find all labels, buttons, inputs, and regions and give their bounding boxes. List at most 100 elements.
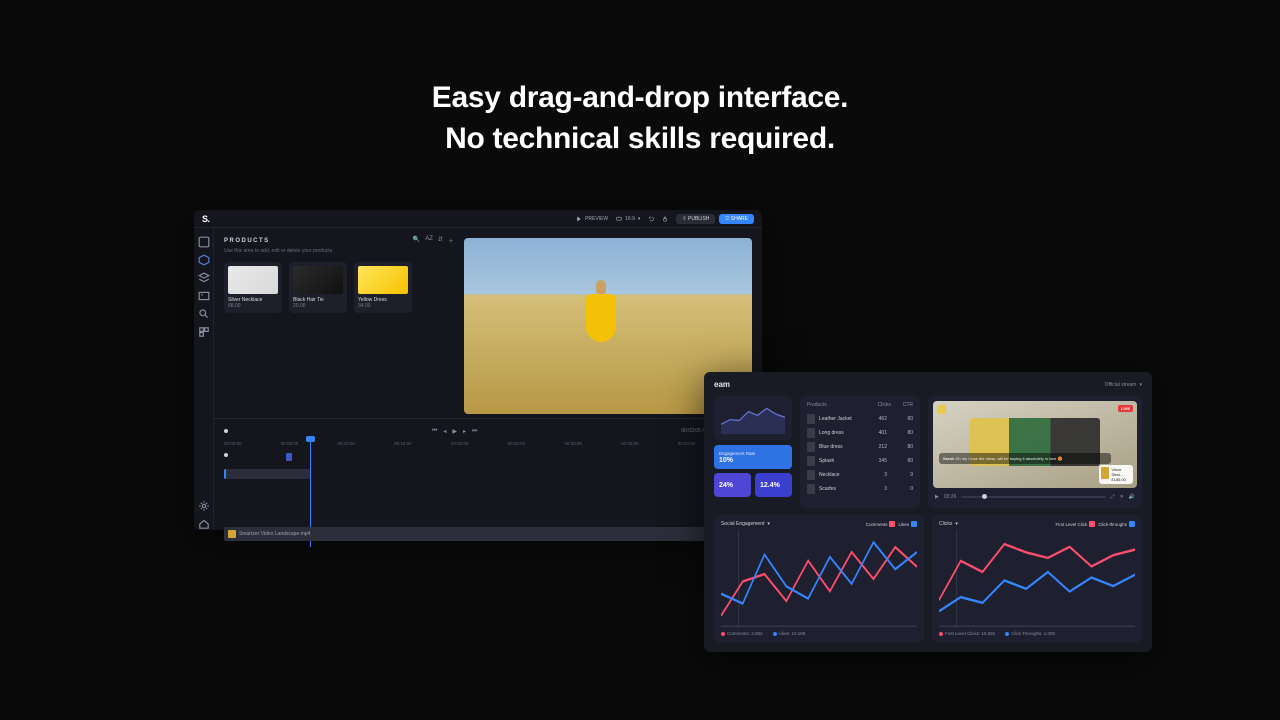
legend-first-click[interactable]: First Level Click <box>1055 521 1095 527</box>
metric-column: Engagement Rate 10% 24% 12.4% <box>714 396 792 508</box>
row-ctr: 9 <box>891 472 913 478</box>
rail-home-icon[interactable] <box>198 518 210 530</box>
hero-line-1: Easy drag-and-drop interface. <box>0 78 1280 119</box>
row-clicks: 345 <box>865 458 887 464</box>
close-icon[interactable]: ✕ <box>1120 494 1124 500</box>
product-row[interactable]: Blue dress21280 <box>807 440 913 454</box>
row-clicks: 3 <box>865 486 887 492</box>
product-row[interactable]: Scarfes30 <box>807 482 913 496</box>
timeline: ⏮ ◂ ▶ ▸ ⏭ 00:03:05 / 00:46:06 − ＋ 00:00:… <box>214 418 762 530</box>
product-row[interactable]: Leather Jacket46260 <box>807 412 913 426</box>
screen-icon <box>616 216 622 222</box>
live-video[interactable]: LIVE Sarah Oh my I love the dress, will … <box>933 401 1137 488</box>
product-row[interactable]: Necklace 39 <box>807 468 913 482</box>
tile-stat-a[interactable]: 24% <box>714 473 751 497</box>
preview-figure <box>585 280 617 358</box>
rail-image-icon[interactable] <box>198 290 210 302</box>
legend-likes[interactable]: Likes <box>898 521 917 527</box>
row-name: Necklace <box>819 472 861 478</box>
share-icon: ⎋ <box>725 216 729 222</box>
lock-button[interactable] <box>658 214 672 224</box>
row-thumb-icon <box>807 484 815 494</box>
row-thumb-icon <box>807 456 815 466</box>
timeline-clip[interactable]: Smartzer Video Landscape.mp4 ≡ <box>224 527 752 541</box>
product-card[interactable]: Silver Necklace 68.00 <box>224 262 282 313</box>
play-icon[interactable]: ▶ <box>452 428 457 435</box>
row-thumb-icon <box>807 428 815 438</box>
editor-window: S. PREVIEW 16:9 ▾ ⇧ PUBLISH ⎋ SHARE <box>194 210 762 530</box>
row-clicks: 401 <box>865 430 887 436</box>
product-card[interactable]: Yellow Dress 34.00 <box>354 262 412 313</box>
play-icon[interactable]: ▶ <box>935 494 939 500</box>
legend-clickthroughs[interactable]: Click-throughs <box>1098 521 1135 527</box>
row-clicks: 462 <box>865 416 887 422</box>
rail-layers-icon[interactable] <box>198 272 210 284</box>
editor-siderail <box>194 228 214 530</box>
rail-products-icon[interactable] <box>198 254 210 266</box>
panel-sort-button[interactable]: AZ <box>425 236 433 245</box>
rail-media-icon[interactable] <box>198 236 210 248</box>
product-price: 34.00 <box>358 303 408 309</box>
tile-stat-b[interactable]: 12.4% <box>755 473 792 497</box>
chevron-down-icon[interactable]: ▾ <box>767 521 770 527</box>
timeline-tick: 00:40:00 <box>678 441 696 451</box>
undo-button[interactable] <box>644 214 658 224</box>
hero-line-2: No technical skills required. <box>0 119 1280 160</box>
col-products: Products <box>807 402 869 408</box>
volume-icon[interactable]: 🔊 <box>1129 494 1135 500</box>
row-thumb-icon <box>807 442 815 452</box>
skip-fwd-icon[interactable]: ⏭ <box>472 428 477 435</box>
timeline-track[interactable]: Smartzer Video Landscape.mp4 ≡ <box>224 453 752 521</box>
step-fwd-icon[interactable]: ▸ <box>463 428 466 435</box>
live-product-chip[interactable]: Vince Strai… £185.00 <box>1099 465 1133 484</box>
legend-comments[interactable]: Comments <box>866 521 896 527</box>
live-player-card: LIVE Sarah Oh my I love the dress, will … <box>928 396 1142 508</box>
timeline-tick: 00:15:00 <box>394 441 412 451</box>
product-thumb <box>358 266 408 294</box>
row-ctr: 0 <box>891 486 913 492</box>
preview-button[interactable]: PREVIEW <box>572 214 612 224</box>
live-product-thumb-icon <box>1101 467 1109 479</box>
share-button[interactable]: ⎋ SHARE <box>719 214 754 224</box>
play-icon <box>576 216 582 222</box>
live-badge: LIVE <box>1118 405 1133 412</box>
product-thumb <box>228 266 278 294</box>
products-heading: PRODUCTS <box>224 238 270 244</box>
row-clicks: 3 <box>865 472 887 478</box>
product-card[interactable]: Black Hair Tie 20.00 <box>289 262 347 313</box>
chart-title: Social Engagement <box>721 521 764 527</box>
timeline-tick: 00:35:00 <box>621 441 639 451</box>
panel-filter-icon[interactable]: ⇵ <box>438 236 443 245</box>
rail-template-icon[interactable] <box>198 326 210 338</box>
expand-icon[interactable]: ⤢ <box>1111 494 1115 500</box>
publish-button[interactable]: ⇧ PUBLISH <box>676 214 715 224</box>
rail-settings-icon[interactable] <box>198 500 210 512</box>
tile-label: Engagement Rate <box>719 451 787 456</box>
product-thumb <box>293 266 343 294</box>
stream-selector[interactable]: Official stream ▾ <box>1105 382 1142 388</box>
speaker-avatar-icon <box>937 405 946 414</box>
aspect-selector[interactable]: 16:9 ▾ <box>612 214 644 224</box>
timeline-tick: 00:05:00 <box>281 441 299 451</box>
product-list: Silver Necklace 68.00 Black Hair Tie 20.… <box>224 262 454 313</box>
panel-search-icon[interactable]: 🔍 <box>413 236 420 245</box>
timeline-tick: 00:20:00 <box>451 441 469 451</box>
player-progress[interactable] <box>961 496 1105 498</box>
product-row[interactable]: Splash34560 <box>807 454 913 468</box>
rail-search-icon[interactable] <box>198 308 210 320</box>
chevron-down-icon: ▾ <box>1139 382 1142 388</box>
timeline-ruler[interactable]: 00:00:0000:05:0000:10:0000:15:0000:20:00… <box>224 441 752 451</box>
col-clicks: Clicks <box>869 402 891 408</box>
skip-back-icon[interactable]: ⏮ <box>432 428 437 435</box>
chevron-down-icon[interactable]: ▾ <box>955 521 958 527</box>
timeline-marker[interactable] <box>286 453 292 461</box>
clip-filename: Smartzer Video Landscape.mp4 <box>239 531 310 537</box>
lock-icon <box>662 216 668 222</box>
tile-engagement[interactable]: Engagement Rate 10% <box>714 445 792 469</box>
product-price: 20.00 <box>293 303 343 309</box>
product-row[interactable]: Long dress40180 <box>807 426 913 440</box>
panel-add-icon[interactable]: ＋ <box>448 236 454 245</box>
step-back-icon[interactable]: ◂ <box>443 428 446 435</box>
timeline-tick: 00:25:00 <box>508 441 526 451</box>
timeline-region[interactable] <box>224 469 310 479</box>
